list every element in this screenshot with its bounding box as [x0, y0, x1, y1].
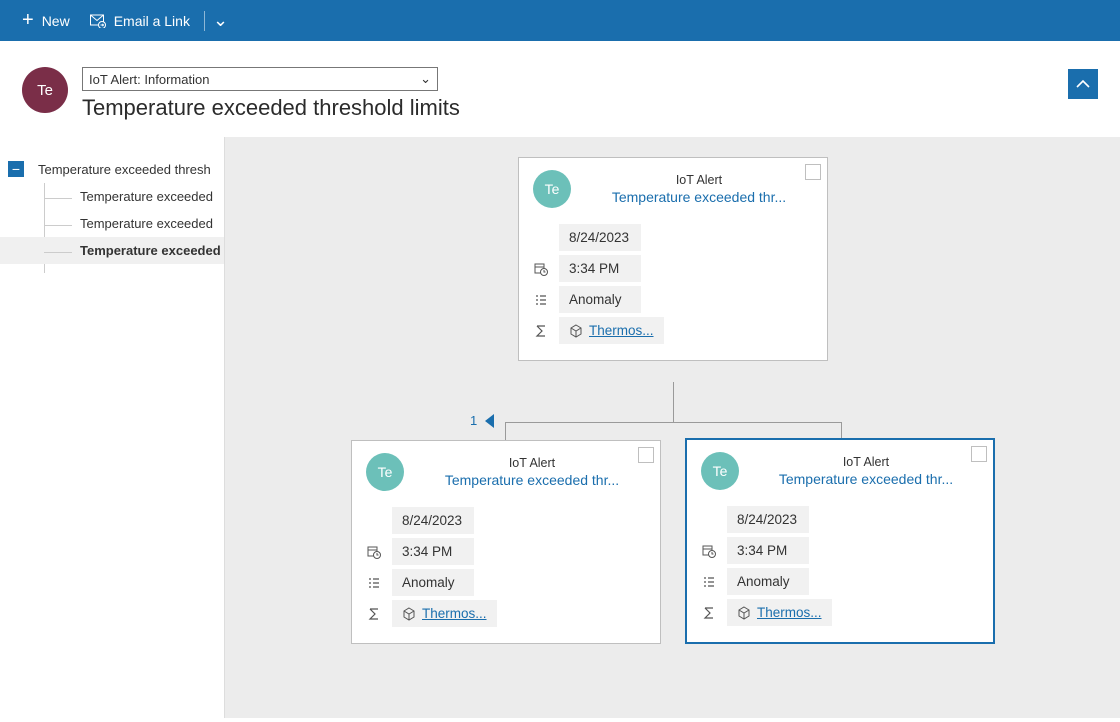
- child-count-indicator: 1: [470, 413, 494, 428]
- field-time: 3:34 PM: [392, 538, 474, 565]
- email-link-label: Email a Link: [114, 13, 190, 29]
- sigma-icon: [533, 323, 549, 339]
- form-selector[interactable]: IoT Alert: Information ⌄: [82, 67, 438, 91]
- email-link-button[interactable]: Email a Link: [80, 7, 200, 35]
- separator: [204, 11, 205, 31]
- plus-icon: [22, 9, 34, 32]
- tree-item-label: Temperature exceeded thresh: [38, 162, 211, 177]
- tree-child-item[interactable]: Temperature exceeded: [0, 210, 224, 237]
- hierarchy-card[interactable]: Te IoT Alert Temperature exceeded thr...…: [351, 440, 661, 644]
- field-status: Anomaly: [392, 569, 474, 596]
- field-date: 8/24/2023: [727, 506, 809, 533]
- card-expand-button[interactable]: [971, 446, 987, 462]
- hierarchy-card[interactable]: Te IoT Alert Temperature exceeded thr...…: [518, 157, 828, 361]
- datetime-icon: [701, 543, 717, 559]
- card-avatar: Te: [533, 170, 571, 208]
- card-avatar: Te: [701, 452, 739, 490]
- chevron-down-icon: ⌄: [420, 71, 431, 87]
- tree-item-label: Temperature exceeded: [80, 243, 221, 258]
- field-date: 8/24/2023: [392, 507, 474, 534]
- more-commands-button[interactable]: [209, 7, 232, 35]
- cube-icon: [737, 606, 751, 620]
- child-count: 1: [470, 413, 477, 428]
- record-avatar: Te: [22, 67, 68, 113]
- field-time: 3:34 PM: [727, 537, 809, 564]
- sigma-icon: [366, 606, 382, 622]
- field-device-link[interactable]: Thermos...: [392, 600, 497, 627]
- cube-icon: [569, 324, 583, 338]
- field-date: 8/24/2023: [559, 224, 641, 251]
- datetime-icon: [366, 544, 382, 560]
- list-icon: [701, 574, 717, 590]
- card-avatar: Te: [366, 453, 404, 491]
- new-button[interactable]: New: [12, 3, 80, 38]
- chevron-up-icon: [1076, 79, 1090, 89]
- form-selector-label: IoT Alert: Information: [89, 72, 209, 87]
- tree-item-label: Temperature exceeded: [80, 216, 213, 231]
- hierarchy-card-selected[interactable]: Te IoT Alert Temperature exceeded thr...…: [685, 438, 995, 644]
- hierarchy-tree: − Temperature exceeded thresh Temperatur…: [0, 137, 224, 718]
- list-icon: [366, 575, 382, 591]
- card-type-label: IoT Alert: [585, 173, 813, 187]
- field-device-link[interactable]: Thermos...: [559, 317, 664, 344]
- tree-root-item[interactable]: − Temperature exceeded thresh: [0, 155, 224, 183]
- card-type-label: IoT Alert: [753, 455, 979, 469]
- collapse-left-icon[interactable]: [485, 414, 494, 428]
- card-title-link[interactable]: Temperature exceeded thr...: [418, 472, 646, 488]
- list-icon: [533, 292, 549, 308]
- record-header: Te IoT Alert: Information ⌄ Temperature …: [0, 41, 1120, 137]
- tree-item-label: Temperature exceeded: [80, 189, 213, 204]
- chevron-down-icon: [213, 13, 228, 29]
- card-expand-button[interactable]: [638, 447, 654, 463]
- new-label: New: [42, 13, 70, 29]
- field-status: Anomaly: [559, 286, 641, 313]
- page-title: Temperature exceeded threshold limits: [82, 95, 460, 121]
- collapse-icon[interactable]: −: [8, 161, 24, 177]
- card-title-link[interactable]: Temperature exceeded thr...: [753, 471, 979, 487]
- card-title-link[interactable]: Temperature exceeded thr...: [585, 189, 813, 205]
- avatar-initials: Te: [37, 82, 53, 99]
- field-status: Anomaly: [727, 568, 809, 595]
- main-area: − Temperature exceeded thresh Temperatur…: [0, 137, 1120, 718]
- field-device-link[interactable]: Thermos...: [727, 599, 832, 626]
- collapse-header-button[interactable]: [1068, 69, 1098, 99]
- hierarchy-canvas[interactable]: 1 Te IoT Alert Temperature exceeded thr.…: [224, 137, 1120, 718]
- email-icon: [90, 14, 106, 28]
- card-type-label: IoT Alert: [418, 456, 646, 470]
- cube-icon: [402, 607, 416, 621]
- datetime-icon: [533, 261, 549, 277]
- command-bar: New Email a Link: [0, 0, 1120, 41]
- card-expand-button[interactable]: [805, 164, 821, 180]
- sigma-icon: [701, 605, 717, 621]
- tree-child-item[interactable]: Temperature exceeded: [0, 183, 224, 210]
- tree-child-item-selected[interactable]: Temperature exceeded: [0, 237, 224, 264]
- field-time: 3:34 PM: [559, 255, 641, 282]
